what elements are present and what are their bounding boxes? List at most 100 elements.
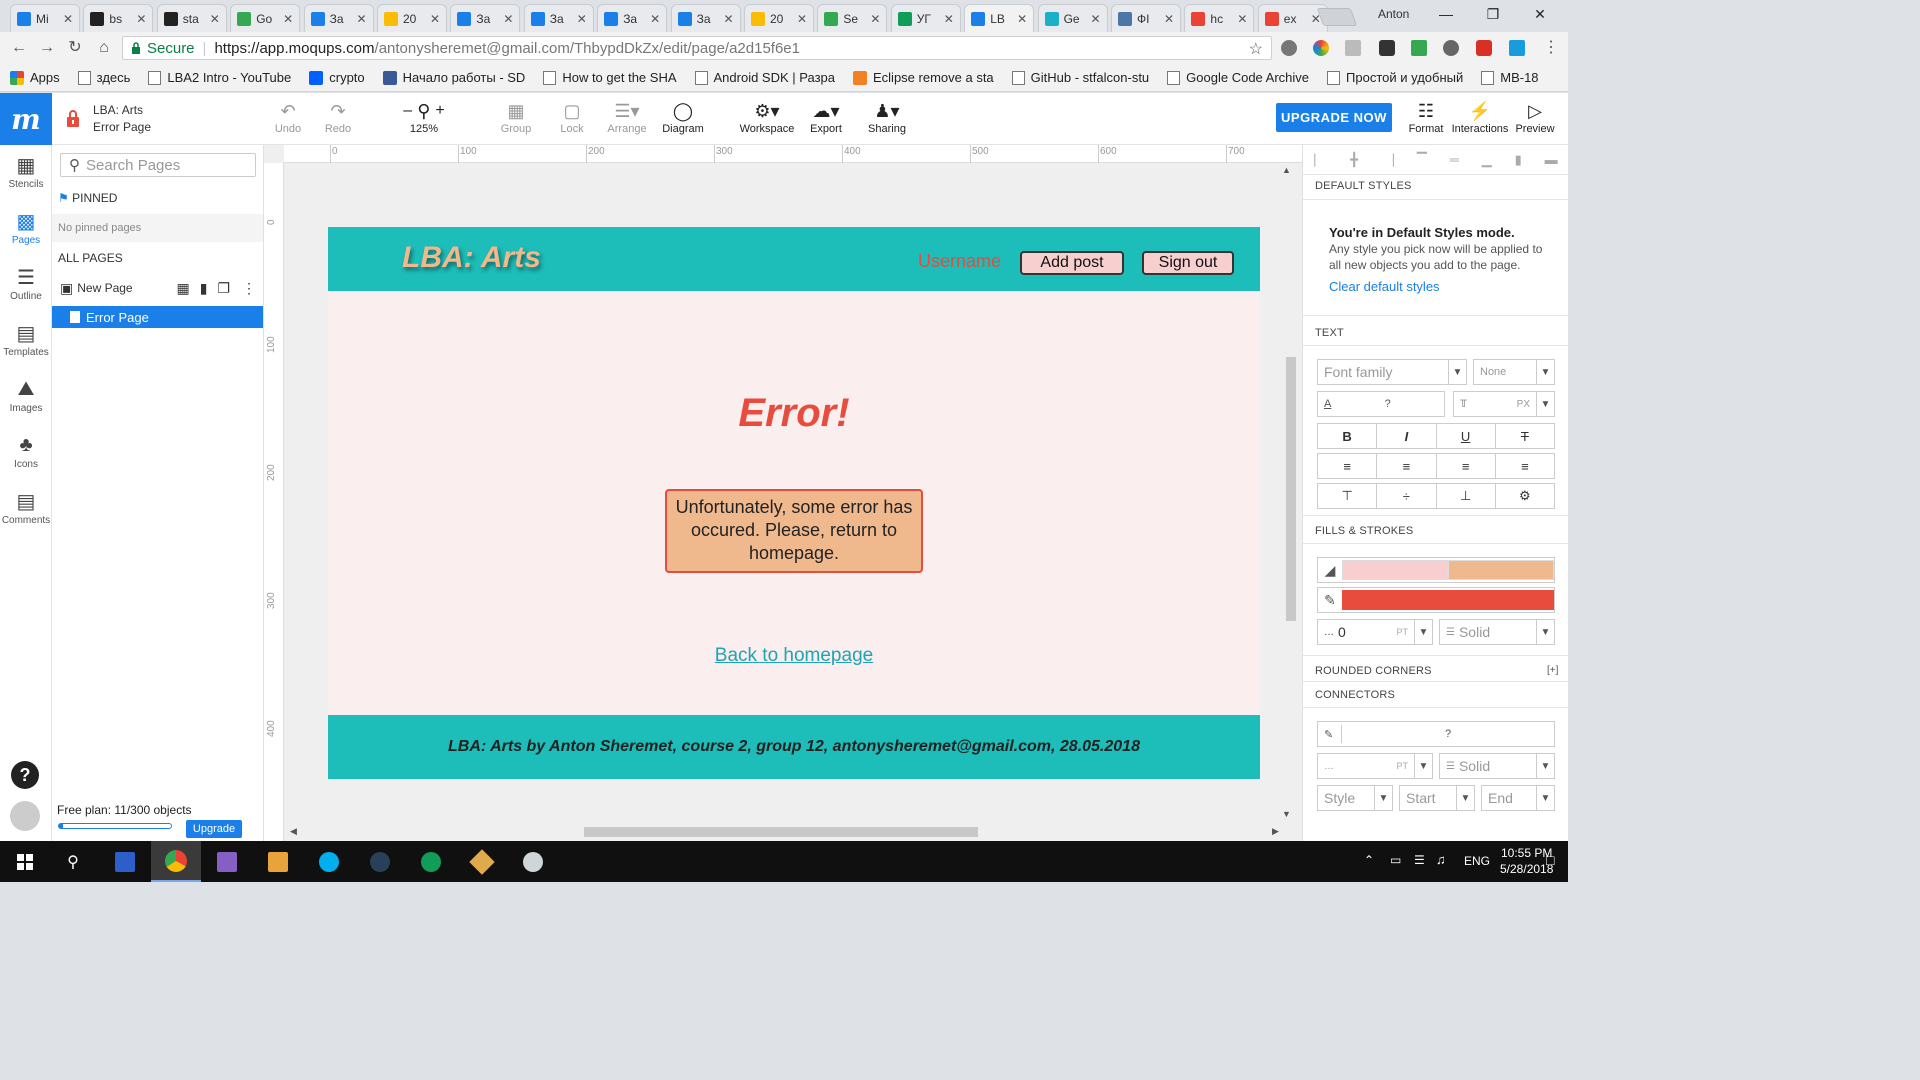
battery-icon[interactable]: ▭	[1390, 853, 1401, 867]
maximize-icon[interactable]: ❐	[1473, 3, 1513, 25]
zoom-in-icon[interactable]: +	[435, 102, 444, 120]
clear-default-styles-link[interactable]: Clear default styles	[1329, 279, 1545, 295]
mockup-page[interactable]: LBA: Arts Username Add post Sign out Err…	[328, 227, 1260, 779]
bookmark-item[interactable]: Простой и удобный	[1327, 70, 1463, 85]
scroll-left-icon[interactable]: ◀	[290, 826, 297, 837]
steam-icon[interactable]	[355, 841, 405, 882]
bookmark-item[interactable]: How to get the SHA	[543, 70, 677, 85]
browser-tab[interactable]: hc ✕	[1184, 4, 1255, 32]
bookmark-item[interactable]: MB-18	[1481, 70, 1539, 85]
new-folder-icon[interactable]: ▦	[176, 280, 189, 297]
stroke-color-field[interactable]: ✎	[1317, 587, 1555, 613]
fill-swatch-2[interactable]	[1448, 560, 1554, 580]
fill-color-field[interactable]: ◢	[1317, 557, 1555, 583]
tab-close-icon[interactable]: ✕	[210, 12, 220, 26]
canvas-area[interactable]: 0 100 200 300 400 500 600 700 0 100 200 300 400 LBA…	[264, 145, 1302, 841]
arrange-button[interactable]: ☰▾ Arrange	[595, 99, 659, 136]
extension-icon[interactable]	[1443, 40, 1459, 56]
zoom-out-icon[interactable]: –	[403, 102, 412, 120]
tab-close-icon[interactable]: ✕	[1091, 12, 1101, 26]
site-title[interactable]: LBA: Arts	[402, 241, 541, 275]
browser-tab[interactable]: Se ✕	[817, 4, 888, 32]
text-align-right-icon[interactable]: ≡	[1437, 454, 1496, 478]
connector-width-field[interactable]: … PT ▼	[1317, 753, 1433, 779]
moqups-logo[interactable]: m	[0, 93, 52, 145]
search-pages-input[interactable]: ⚲ Search Pages	[60, 153, 256, 177]
workspace-button[interactable]: ⚙▾ Workspace	[735, 99, 799, 136]
browser-tab[interactable]: За ✕	[450, 4, 521, 32]
browser-tab[interactable]: LB ✕	[964, 4, 1035, 32]
bookmark-item[interactable]: Apps	[10, 70, 60, 85]
rail-outline[interactable]: ☰ Outline	[0, 263, 52, 303]
page-item-error-page[interactable]: Error Page	[52, 306, 263, 328]
delete-page-icon[interactable]: ▮	[200, 280, 208, 297]
mockup-footer[interactable]: LBA: Arts by Anton Sheremet, course 2, g…	[328, 715, 1260, 779]
bookmark-item[interactable]: GitHub - stfalcon-stu	[1011, 70, 1149, 85]
export-button[interactable]: ☁▾ Export	[794, 99, 858, 136]
bookmark-item[interactable]: Eclipse remove a sta	[853, 70, 994, 85]
connector-end-select[interactable]: End ▼	[1481, 785, 1555, 811]
bookmark-item[interactable]: Android SDK | Разра	[694, 70, 835, 85]
network-icon[interactable]: ☰	[1414, 853, 1425, 867]
rail-images[interactable]: ⛰ Images	[0, 375, 52, 415]
paint-app-icon[interactable]	[508, 841, 558, 882]
new-page-icon[interactable]: ▣	[60, 280, 73, 297]
hangouts-icon[interactable]	[406, 841, 456, 882]
distribute-horizontal-icon[interactable]: ▮	[1515, 152, 1522, 168]
rail-icons[interactable]: ♣ Icons	[0, 431, 52, 471]
home-icon[interactable]: ⌂	[93, 38, 115, 58]
rounded-corners-toggle[interactable]: [+]	[1547, 665, 1558, 676]
connector-style-select-2[interactable]: Style ▼	[1317, 785, 1393, 811]
tab-close-icon[interactable]: ✕	[650, 12, 660, 26]
extension-icon[interactable]	[1509, 40, 1525, 56]
browser-tab[interactable]: bs ✕	[83, 4, 154, 32]
profile-name[interactable]: Anton	[1378, 7, 1409, 21]
new-tab-button[interactable]	[1316, 8, 1358, 26]
language-indicator[interactable]: ENG	[1464, 854, 1490, 868]
browser-tab[interactable]: ФІ ✕	[1111, 4, 1181, 32]
bookmark-item[interactable]: Google Code Archive	[1167, 70, 1309, 85]
vertical-scrollbar[interactable]	[1286, 357, 1296, 621]
strikethrough-icon[interactable]: T	[1496, 424, 1554, 448]
rail-stencils[interactable]: ▦ Stencils	[0, 151, 52, 191]
add-post-button[interactable]: Add post	[1020, 251, 1124, 275]
avatar[interactable]	[10, 801, 40, 831]
browser-tab[interactable]: За ✕	[303, 4, 374, 32]
volume-icon[interactable]: ♫	[1436, 852, 1446, 867]
reload-icon[interactable]: ↻	[64, 38, 86, 58]
tab-close-icon[interactable]: ✕	[1164, 12, 1174, 26]
browser-tab[interactable]: Go ✕	[230, 4, 301, 32]
upgrade-button[interactable]: Upgrade	[186, 820, 242, 838]
username-label[interactable]: Username	[918, 251, 1001, 272]
save-app-icon[interactable]	[100, 841, 150, 882]
windows-start-icon[interactable]	[0, 841, 50, 882]
align-middle-icon[interactable]: ═	[1450, 152, 1459, 167]
text-justify-icon[interactable]: ≡	[1496, 454, 1554, 478]
visual-studio-icon[interactable]	[202, 841, 252, 882]
zoom-control[interactable]: – ⚲ +125%	[392, 99, 456, 136]
font-size-field[interactable]: 𝕋 PX ▼	[1453, 391, 1555, 417]
tab-close-icon[interactable]: ✕	[1237, 12, 1247, 26]
skype-icon[interactable]	[304, 841, 354, 882]
scroll-right-icon[interactable]: ▶	[1272, 826, 1279, 837]
minimize-icon[interactable]: —	[1426, 3, 1466, 25]
search-icon[interactable]: ⚲	[48, 841, 98, 882]
align-right-icon[interactable]: ⎹	[1381, 152, 1394, 168]
text-settings-gear-icon[interactable]: ⚙	[1496, 484, 1554, 508]
back-icon[interactable]: ←	[8, 38, 30, 58]
scroll-down-icon[interactable]: ▼	[1282, 809, 1291, 819]
align-top-icon[interactable]: ▔	[1417, 152, 1427, 168]
browser-tab[interactable]: За ✕	[670, 4, 741, 32]
lock-icon[interactable]	[66, 110, 80, 128]
intellij-icon[interactable]	[253, 841, 303, 882]
more-options-icon[interactable]: ⋮	[242, 280, 256, 297]
tab-close-icon[interactable]: ✕	[136, 12, 146, 26]
notifications-icon[interactable]: □	[1546, 852, 1554, 868]
sharing-button[interactable]: ♟▾ Sharing	[855, 99, 919, 136]
git-app-icon[interactable]	[457, 841, 507, 882]
font-family-select[interactable]: Font family ▼	[1317, 359, 1467, 385]
tab-close-icon[interactable]: ✕	[944, 12, 954, 26]
bold-icon[interactable]: B	[1318, 424, 1378, 448]
tab-close-icon[interactable]: ✕	[724, 12, 734, 26]
tab-close-icon[interactable]: ✕	[797, 12, 807, 26]
